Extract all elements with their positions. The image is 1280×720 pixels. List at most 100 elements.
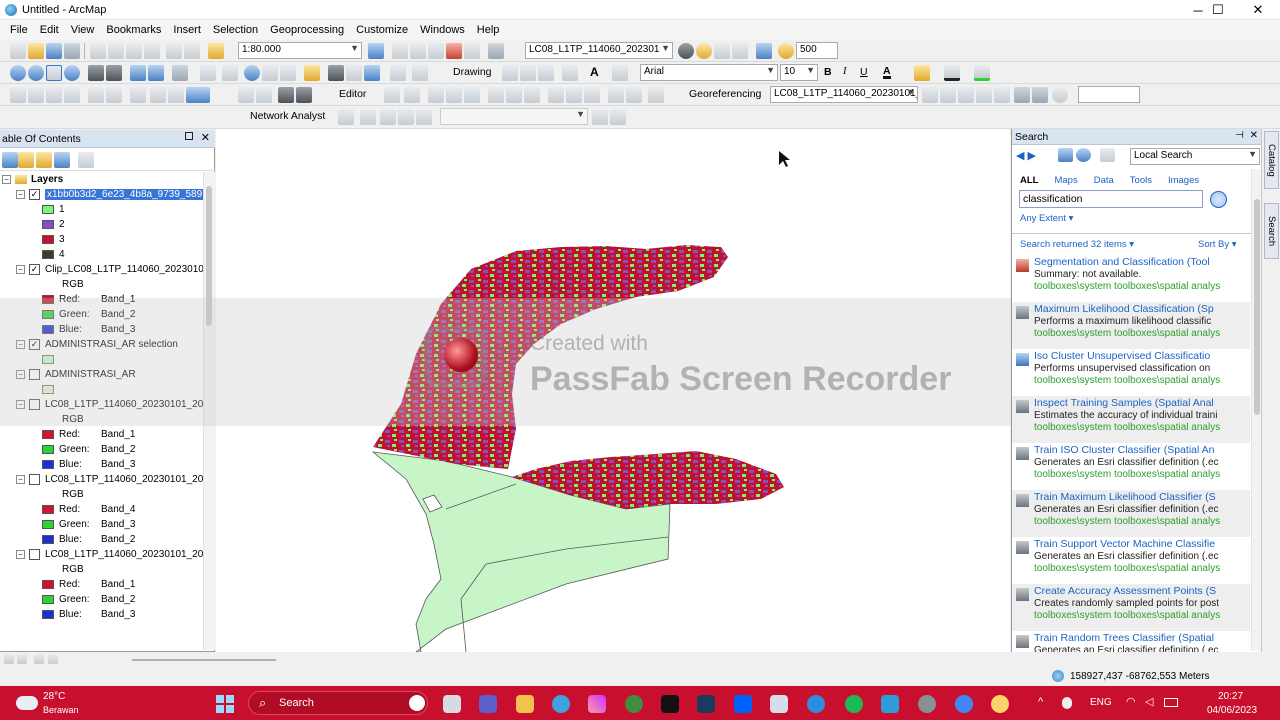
draw-select-icon[interactable] [502,65,518,81]
toc-scroll-thumb[interactable] [206,186,212,326]
print-icon[interactable] [64,43,80,59]
layer-visibility-checkbox[interactable] [29,474,40,485]
find-route-icon[interactable] [346,65,362,81]
search-home-icon[interactable] [1058,148,1073,162]
zoom-to-selected-icon[interactable] [538,65,554,81]
search-result-item[interactable]: Inspect Training Samples (Spatial Anal Es… [1012,396,1250,443]
result-title[interactable]: Inspect Training Samples (Spatial Anal [1034,397,1250,409]
fixed-zoom-out-icon[interactable] [106,65,122,81]
result-title[interactable]: Train ISO Cluster Classifier (Spatial An [1034,444,1250,456]
collapse-layer-toggle[interactable]: − [16,340,25,349]
model-builder-icon[interactable] [488,43,504,59]
tool-icon[interactable] [278,87,294,103]
rectangle-icon[interactable] [562,65,578,81]
arcgis-globe-icon[interactable] [625,695,643,713]
arcmap-taskbar-icon[interactable] [552,695,570,713]
result-title[interactable]: Segmentation and Classification (Tool [1034,256,1250,268]
catalog-window-icon[interactable] [410,43,426,59]
georef-tool-icon[interactable] [922,87,938,103]
taskbar-search-box[interactable]: ⌕ Search [248,691,428,715]
search-result-item[interactable]: Create Accuracy Assessment Points (S Crea… [1012,584,1250,631]
time-slider-icon[interactable] [390,65,406,81]
show-hidden-icons[interactable]: ^ [1038,696,1043,708]
zoom-out-icon[interactable] [28,65,44,81]
toc-close-icon[interactable]: ✕ [201,131,210,144]
paste-icon[interactable] [126,43,142,59]
select-elements-icon[interactable] [222,65,238,81]
full-extent-icon[interactable] [64,65,80,81]
search-input[interactable]: classification [1019,190,1203,208]
toc-layer-row[interactable]: − LC08_L1TP_114060_20230101_202 [16,397,203,412]
layer-visibility-checkbox[interactable]: ✓ [29,264,40,275]
georef-tool-icon[interactable] [958,87,974,103]
georeferencing-menu[interactable]: Georeferencing [689,88,761,100]
task-view-icon[interactable] [443,695,461,713]
menu-bookmarks[interactable]: Bookmarks [100,24,167,36]
layer-name[interactable]: LC08_L1TP_114060_20230101_202 [45,399,203,410]
tool-icon[interactable] [296,87,312,103]
zoom-in-icon[interactable] [10,65,26,81]
redo-icon[interactable] [184,43,200,59]
collapse-layer-toggle[interactable]: − [16,550,25,559]
italic-button[interactable]: I [843,66,847,77]
result-title[interactable]: Train Random Trees Classifier (Spatial [1034,632,1250,644]
map-scale-combo[interactable]: 1:80.000 ▼ [238,42,362,59]
rotate-icon[interactable] [520,65,536,81]
toc-layer-row[interactable]: − ✓ ADMINISTRASI_AR selection [16,337,178,352]
text-tool[interactable]: A [590,65,599,79]
data-view-icon[interactable] [4,654,14,664]
app-icon[interactable] [697,695,715,713]
refresh-view-icon[interactable] [34,654,44,664]
maximize-button[interactable]: ☐ [1198,0,1238,20]
search-side-tab[interactable]: Search [1264,203,1279,259]
toc-dock-icon[interactable] [185,132,193,140]
layer-name[interactable]: LC08_L1TP_114060_20230101_201 [45,474,203,485]
open-folder-icon[interactable] [28,43,44,59]
volume-icon[interactable]: ◁ [1145,695,1153,708]
battery-icon[interactable] [1164,698,1178,707]
menu-help[interactable]: Help [471,24,506,36]
toc-layer-row[interactable]: − LC08_L1TP_114060_20230101_201 [16,472,203,487]
underline-button[interactable]: U [860,66,868,78]
edge-icon[interactable] [807,695,825,713]
search-scroll-thumb[interactable] [1254,199,1260,415]
pause-drawing-icon[interactable] [48,654,58,664]
fixed-zoom-in-icon[interactable] [88,65,104,81]
recorder-app-icon[interactable] [991,695,1009,713]
app-icon[interactable] [770,695,788,713]
layer-visibility-checkbox[interactable] [29,369,40,380]
add-data-icon[interactable] [208,43,224,59]
filter-tab-images[interactable]: Images [1168,175,1199,186]
layer-visibility-checkbox[interactable] [29,549,40,560]
line-color-icon[interactable] [944,65,960,81]
map-canvas[interactable] [216,129,1010,652]
microphone-icon[interactable] [1062,697,1072,709]
toc-layer-row[interactable]: − ✓ x1bb0b3d2_6e23_4b8a_9739_589 [16,187,203,202]
hyperlink-icon[interactable] [262,65,278,81]
bold-button[interactable]: B [824,66,832,78]
layer-visibility-checkbox[interactable] [29,399,40,410]
table-of-contents-icon[interactable] [392,43,408,59]
georef-tool-icon[interactable] [940,87,956,103]
copy-icon[interactable] [108,43,124,59]
list-by-visibility-icon[interactable] [36,152,52,168]
any-extent-dropdown[interactable]: Any Extent ▾ [1020,213,1073,224]
search-scope-combo[interactable]: Local Search ▼ [1130,148,1260,165]
identify-icon[interactable] [244,65,260,81]
weather-cloud-icon[interactable] [16,696,38,710]
layer-name[interactable]: ADMINISTRASI_AR [45,369,136,380]
filter-tab-tools[interactable]: Tools [1130,175,1152,186]
swipe-icon[interactable] [732,43,748,59]
arctoolbox-icon[interactable] [446,43,462,59]
undo-icon[interactable] [166,43,182,59]
clear-selection-icon[interactable] [200,65,216,81]
menu-edit[interactable]: Edit [34,24,65,36]
edit-vertices-icon[interactable] [612,65,628,81]
search-result-item[interactable]: Segmentation and Classification (Tool Sum… [1012,255,1250,302]
toc-options-icon[interactable] [78,152,94,168]
save-icon[interactable] [46,43,62,59]
zoom-resolution-icon[interactable] [756,43,772,59]
result-title[interactable]: Iso Cluster Unsupervised Classificatio [1034,350,1250,362]
pin-icon[interactable]: ⊣ [1235,130,1244,141]
result-title[interactable]: Create Accuracy Assessment Points (S [1034,585,1250,597]
